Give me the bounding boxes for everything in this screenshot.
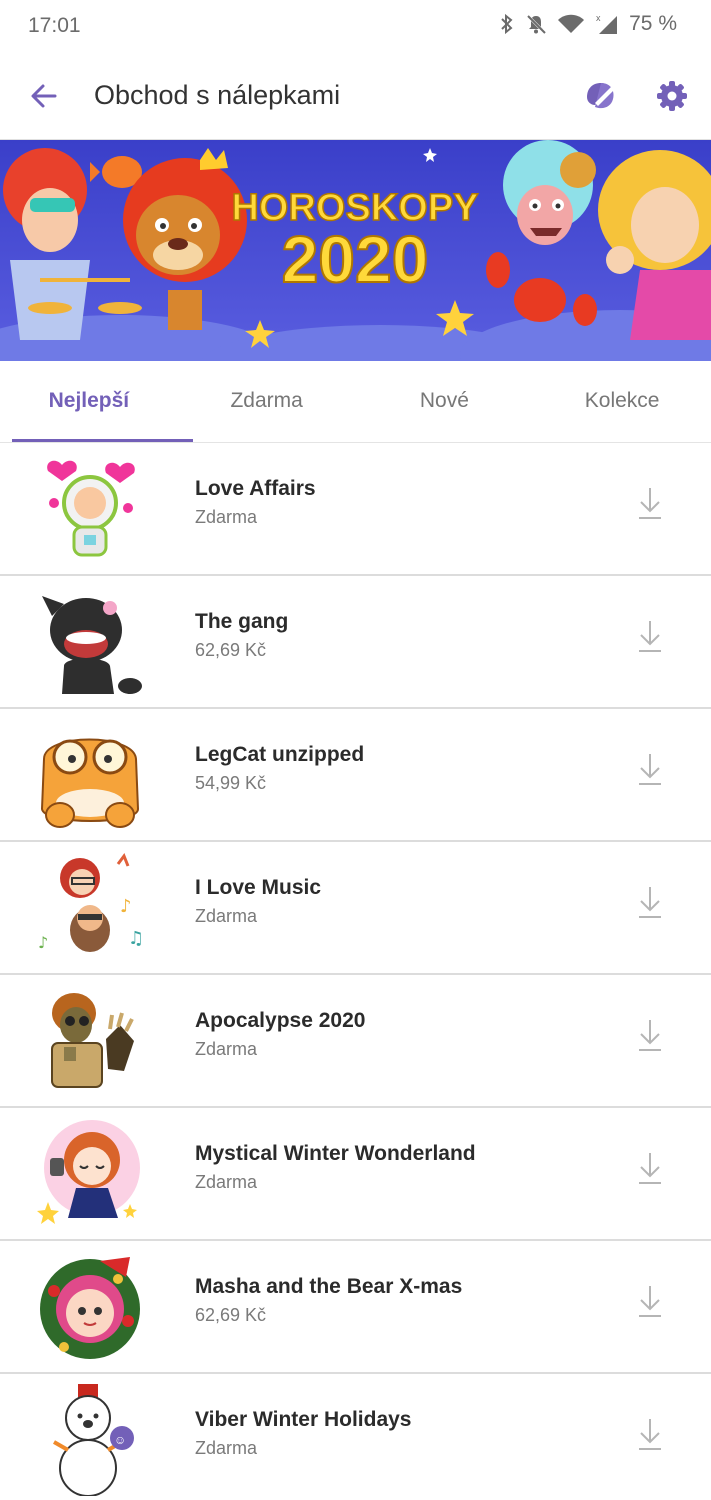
download-button[interactable] <box>630 1416 670 1456</box>
svg-text:x: x <box>596 13 601 23</box>
list-item[interactable]: ♪ ♫ ♪ I Love Music Zdarma <box>0 842 711 975</box>
list-item[interactable]: The gang 62,69 Kč <box>0 576 711 709</box>
sticker-thumbnail <box>34 719 146 831</box>
status-icons: x 75 % <box>499 12 677 36</box>
create-sticker-button[interactable] <box>578 76 622 120</box>
app-toolbar: Obchod s nálepkami <box>0 56 711 140</box>
sticker-price: Zdarma <box>195 507 258 527</box>
svg-text:☺: ☺ <box>114 1433 126 1447</box>
sticker-list: Love Affairs Zdarma The gang 62,69 Kč Le… <box>0 443 711 1500</box>
download-icon <box>637 885 663 924</box>
list-item[interactable]: Masha and the Bear X-mas 62,69 Kč <box>0 1241 711 1374</box>
sticker-title: I Love Music <box>195 876 322 899</box>
signal-icon: x <box>595 12 619 36</box>
sticker-price: Zdarma <box>195 1039 258 1059</box>
sticker-title: The gang <box>195 610 289 633</box>
download-button[interactable] <box>630 884 670 924</box>
gear-icon <box>656 80 688 117</box>
download-button[interactable] <box>630 1283 670 1323</box>
sticker-thumbnail <box>34 586 146 698</box>
sticker-create-icon <box>581 77 619 120</box>
sticker-price: 62,69 Kč <box>195 1305 267 1325</box>
sticker-price: Zdarma <box>195 1172 258 1192</box>
wifi-icon <box>557 13 585 35</box>
svg-text:♪: ♪ <box>38 933 48 952</box>
download-button[interactable] <box>630 1150 670 1190</box>
list-item[interactable]: Love Affairs Zdarma <box>0 443 711 576</box>
status-bar: 17:01 x 75 % <box>0 0 711 56</box>
download-icon <box>637 1151 663 1190</box>
banner-year: 2020 <box>282 222 429 296</box>
sticker-thumbnail <box>34 453 146 565</box>
active-tab-indicator <box>12 439 193 442</box>
tab-new[interactable]: Nové <box>356 361 534 442</box>
download-icon <box>637 1018 663 1057</box>
sticker-title: Masha and the Bear X-mas <box>195 1275 463 1298</box>
sticker-price: 54,99 Kč <box>195 773 267 793</box>
download-icon <box>637 1284 663 1323</box>
bluetooth-icon <box>499 13 515 35</box>
sticker-price: Zdarma <box>195 1438 258 1458</box>
download-icon <box>637 752 663 791</box>
back-button[interactable] <box>22 76 66 120</box>
mute-icon <box>525 13 547 35</box>
sticker-thumbnail: ♪ ♫ ♪ <box>34 852 146 964</box>
download-icon <box>637 1417 663 1456</box>
sticker-title: Apocalypse 2020 <box>195 1009 366 1032</box>
list-item[interactable]: Apocalypse 2020 Zdarma <box>0 975 711 1108</box>
promo-banner[interactable]: HOROSKOPY 2020 <box>0 140 711 361</box>
list-item[interactable]: Mystical Winter Wonderland Zdarma <box>0 1108 711 1241</box>
sticker-price: Zdarma <box>195 906 258 926</box>
list-item[interactable]: LegCat unzipped 54,99 Kč <box>0 709 711 842</box>
settings-button[interactable] <box>650 76 694 120</box>
list-item[interactable]: ☺ Viber Winter Holidays Zdarma <box>0 1374 711 1500</box>
battery-level: 75 % <box>629 12 677 35</box>
sticker-thumbnail <box>34 1118 146 1230</box>
download-button[interactable] <box>630 618 670 658</box>
status-time: 17:01 <box>28 14 81 37</box>
download-icon <box>637 486 663 525</box>
tab-bar: Nejlepší Zdarma Nové Kolekce <box>0 361 711 443</box>
tab-collections[interactable]: Kolekce <box>533 361 711 442</box>
sticker-title: LegCat unzipped <box>195 743 365 766</box>
svg-text:♫: ♫ <box>128 928 144 949</box>
sticker-thumbnail <box>34 1251 146 1363</box>
page-title: Obchod s nálepkami <box>94 80 341 110</box>
svg-text:♪: ♪ <box>120 896 132 917</box>
download-button[interactable] <box>630 1017 670 1057</box>
sticker-thumbnail <box>34 985 146 1097</box>
arrow-left-icon <box>29 81 59 116</box>
sticker-thumbnail: ☺ <box>34 1384 146 1497</box>
tab-free[interactable]: Zdarma <box>178 361 356 442</box>
sticker-title: Viber Winter Holidays <box>195 1408 412 1431</box>
tab-best[interactable]: Nejlepší <box>0 361 178 442</box>
download-button[interactable] <box>630 485 670 525</box>
sticker-price: 62,69 Kč <box>195 640 267 660</box>
sticker-title: Mystical Winter Wonderland <box>195 1142 476 1165</box>
download-icon <box>637 619 663 658</box>
download-button[interactable] <box>630 751 670 791</box>
sticker-title: Love Affairs <box>195 477 316 500</box>
